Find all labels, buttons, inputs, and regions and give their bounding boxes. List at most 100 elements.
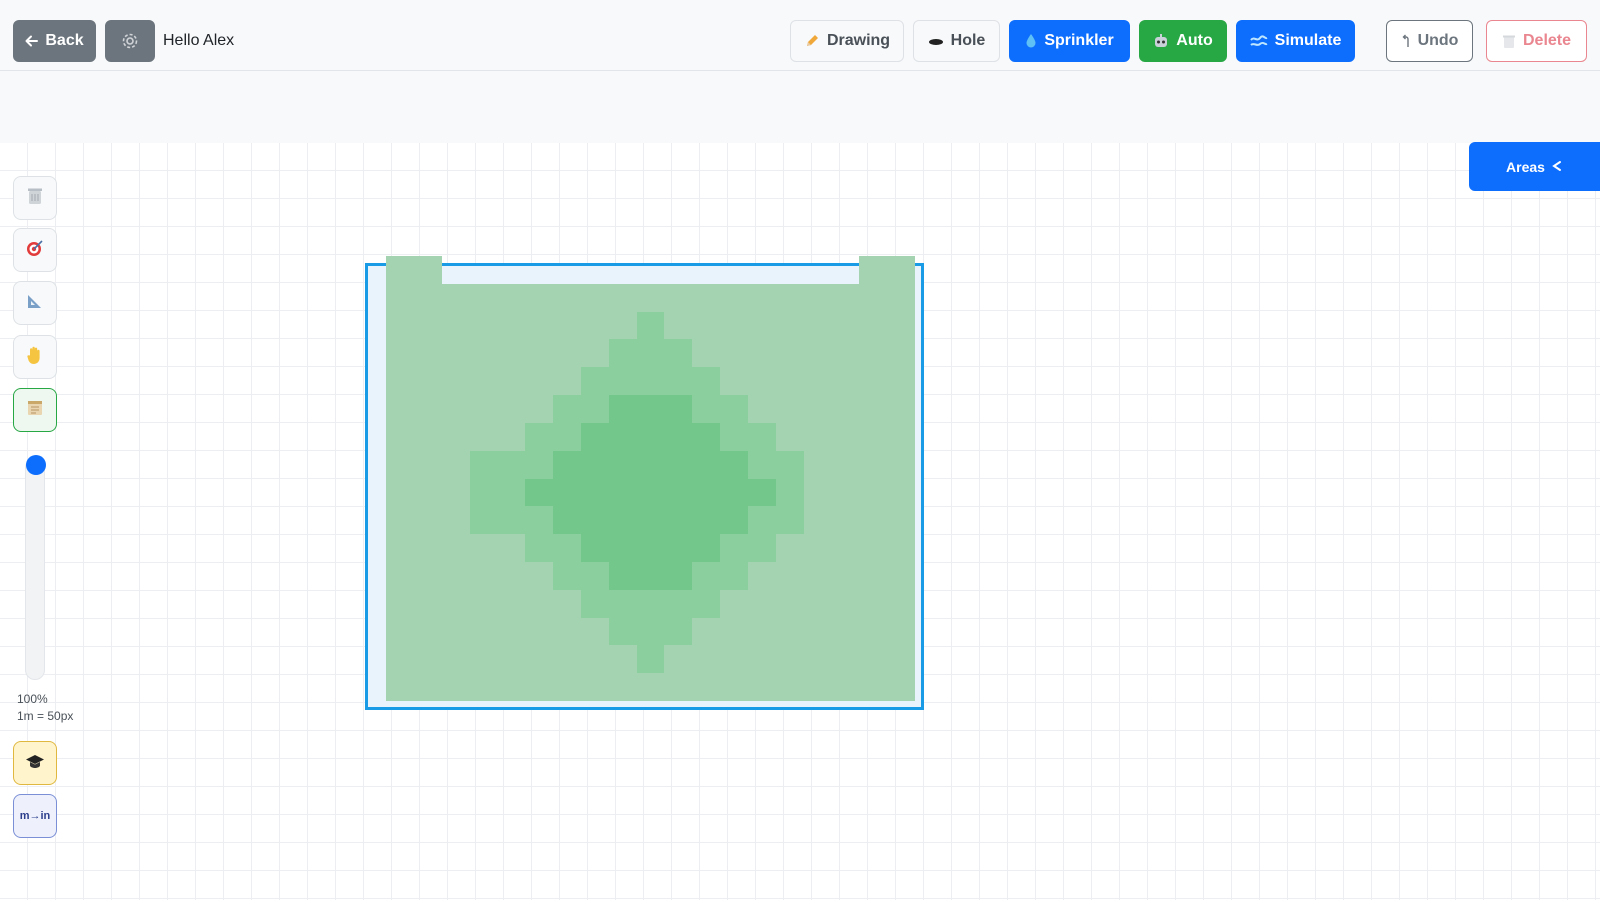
coverage-cell [413,589,442,618]
clear-tool-button[interactable] [13,176,57,220]
secondary-bar [0,71,1600,143]
water-coverage-heatmap [386,256,915,701]
target-tool-button[interactable] [13,228,57,272]
coverage-cell [720,422,748,451]
tutorial-button[interactable] [13,741,57,785]
coverage-cell [859,339,888,368]
coverage-cell [525,561,554,590]
coverage-cell [441,617,470,646]
undo-button[interactable]: Undo [1386,20,1473,62]
coverage-cell [859,450,888,479]
coverage-cell [887,506,915,535]
drawing-tool-button[interactable]: Drawing [790,20,904,62]
coverage-cell [636,561,665,590]
coverage-cell [637,256,665,284]
zoom-scale: 1m = 50px [17,709,74,723]
coverage-cell [386,422,414,451]
coverage-cell [775,311,804,340]
coverage-cell [413,367,442,396]
coverage-cell [636,478,665,507]
coverage-cell [831,673,860,701]
coverage-cell [525,395,554,423]
coverage-cell [747,506,776,535]
coverage-cell [887,395,915,423]
coverage-cell [859,506,888,535]
coverage-cell [775,422,804,451]
coverage-cell [831,450,860,479]
coverage-cell [692,283,721,312]
pan-tool-button[interactable] [13,335,57,379]
zoom-slider-track[interactable] [25,458,45,680]
coverage-cell [553,367,581,396]
coverage-cell [859,534,888,562]
coverage-cell [441,478,470,507]
coverage-cell [413,422,442,451]
coverage-cell [887,450,915,479]
coverage-cell [720,311,748,340]
coverage-cell [469,506,498,535]
notes-tool-button[interactable] [13,388,57,432]
coverage-cell [441,645,470,674]
coverage-cell [580,673,609,701]
coverage-cell [692,534,721,562]
unit-toggle-button[interactable]: m→in [13,794,57,838]
coverage-cell [664,339,693,368]
coverage-cell [859,645,888,674]
coverage-cell [692,367,721,396]
coverage-cell [747,339,776,368]
auto-tool-button[interactable]: Auto [1139,20,1227,62]
coverage-cell [525,617,554,646]
coverage-cell [692,506,721,535]
simulate-tool-button[interactable]: Simulate [1236,20,1355,62]
coverage-cell [692,617,721,646]
coverage-cell [497,617,526,646]
areas-panel-toggle[interactable]: Areas [1469,142,1600,191]
coverage-cell [525,506,554,535]
undo-label: Undo [1417,32,1459,49]
sprinkler-tool-button[interactable]: Sprinkler [1009,20,1130,62]
coverage-cell [608,506,637,535]
coverage-cell [747,395,776,423]
hole-icon [928,36,944,46]
coverage-cell [553,395,581,423]
coverage-cell [803,478,832,507]
coverage-cell [692,589,721,618]
back-button[interactable]: Back [13,20,96,62]
target-icon [25,238,45,263]
coverage-cell [441,589,470,618]
settings-button[interactable] [105,20,155,62]
coverage-cell [887,339,915,368]
measure-tool-button[interactable] [13,281,57,325]
coverage-cell [469,534,498,562]
coverage-cell [747,561,776,590]
coverage-cell [720,617,748,646]
hole-tool-button[interactable]: Hole [913,20,1000,62]
coverage-cell [525,311,554,340]
coverage-cell [386,256,414,284]
coverage-cell [442,256,470,284]
coverage-cell [497,395,526,423]
coverage-cell [497,367,526,396]
coverage-cell [859,617,888,646]
coverage-cell [580,339,609,368]
coverage-cell [887,561,915,590]
zoom-slider-thumb[interactable] [26,455,46,475]
coverage-cell [497,645,526,674]
coverage-cell [581,256,609,284]
coverage-cell [664,617,693,646]
coverage-cell [413,450,442,479]
coverage-cell [636,450,665,479]
coverage-cell [469,422,498,451]
coverage-cell [553,478,581,507]
delete-button[interactable]: Delete [1486,20,1587,62]
coverage-cell [775,645,804,674]
coverage-cell [664,395,693,423]
wave-icon [1249,34,1268,48]
coverage-cell [386,450,414,479]
coverage-cell [831,395,860,423]
coverage-cell [747,367,776,396]
coverage-cell [608,339,637,368]
coverage-cell [413,339,442,368]
coverage-cell [413,283,442,312]
coverage-cell [469,395,498,423]
